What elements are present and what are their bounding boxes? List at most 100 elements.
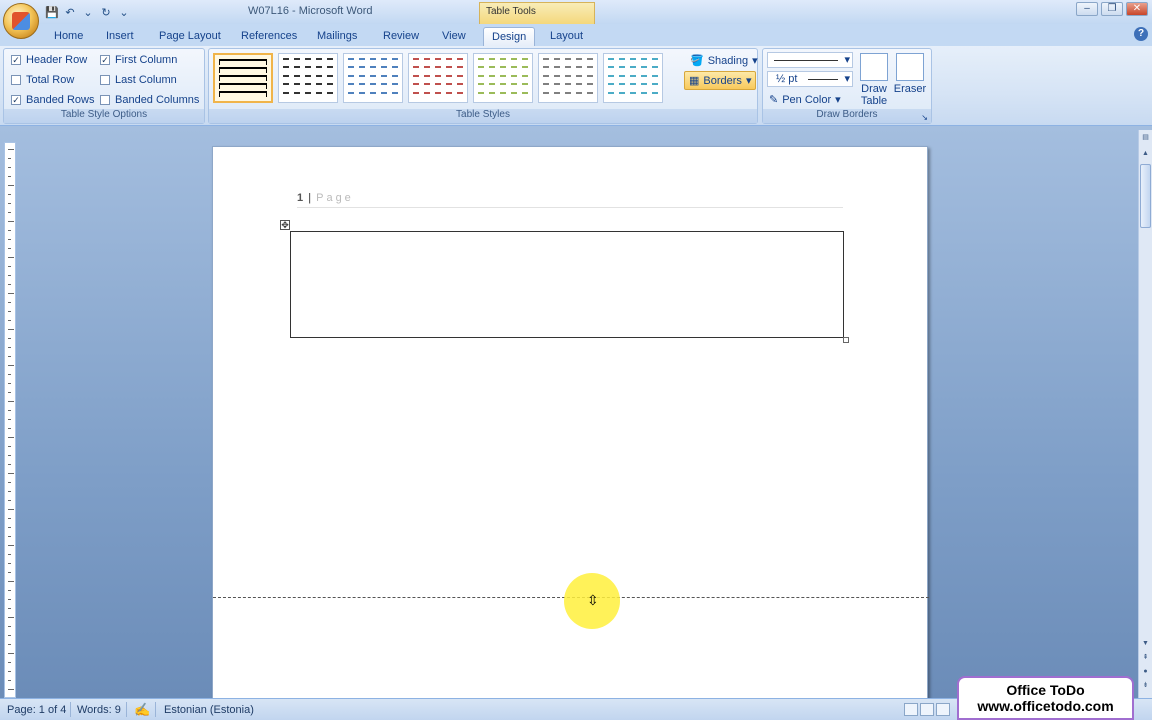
- status-words[interactable]: Words: 9: [77, 704, 121, 716]
- line-weight-value: ½ pt: [776, 73, 798, 85]
- view-buttons: [904, 703, 950, 716]
- dropdown-arrow-icon: ▾: [835, 94, 841, 106]
- thumb-line: [348, 66, 398, 72]
- save-icon[interactable]: 💾: [44, 4, 60, 20]
- ruler-tick: [8, 572, 11, 573]
- thumb-line: [543, 83, 593, 89]
- help-icon[interactable]: ?: [1134, 27, 1148, 41]
- eraser-button[interactable]: Eraser: [891, 53, 929, 107]
- dialog-launcher-icon[interactable]: ↘: [921, 113, 928, 122]
- thumb-line: [543, 58, 593, 64]
- document-page[interactable]: 1 | Page ✥ ⇳: [212, 146, 929, 698]
- next-page-icon[interactable]: ⇟: [1140, 680, 1151, 692]
- office-button[interactable]: [3, 3, 39, 39]
- tab-mailings[interactable]: Mailings: [309, 27, 365, 46]
- option-header-row[interactable]: ✓ Header Row: [11, 54, 87, 66]
- table-style-thumb[interactable]: [408, 53, 468, 103]
- ruler-tick: [8, 599, 11, 600]
- ruler-tick: [8, 347, 11, 348]
- line-weight-dropdown[interactable]: ½ pt ▾: [767, 71, 853, 87]
- previous-page-icon[interactable]: ⇞: [1140, 652, 1151, 664]
- table-style-thumb[interactable]: [473, 53, 533, 103]
- header-page-word: Page: [316, 192, 354, 204]
- document-table[interactable]: [290, 231, 844, 338]
- shading-button[interactable]: 🪣 Shading ▾: [686, 52, 762, 69]
- tab-review[interactable]: Review: [375, 27, 427, 46]
- table-style-thumb[interactable]: [538, 53, 598, 103]
- option-banded-rows[interactable]: ✓ Banded Rows: [11, 94, 95, 106]
- pen-color-button[interactable]: ✎ Pen Color ▾: [765, 91, 845, 108]
- thumb-grid: [608, 58, 658, 98]
- vertical-scrollbar[interactable]: ▤ ▲ ▼ ⇞ ● ⇟: [1138, 130, 1152, 698]
- table-style-thumb[interactable]: [603, 53, 663, 103]
- thumb-line: [413, 58, 463, 64]
- status-language[interactable]: Estonian (Estonia): [164, 704, 254, 716]
- table-style-thumb[interactable]: [343, 53, 403, 103]
- ruler-tick: [8, 158, 11, 159]
- restore-button[interactable]: ❐: [1101, 2, 1123, 16]
- tab-page-layout[interactable]: Page Layout: [151, 27, 229, 46]
- tab-view[interactable]: View: [434, 27, 474, 46]
- table-style-thumb[interactable]: [278, 53, 338, 103]
- tab-insert[interactable]: Insert: [98, 27, 142, 46]
- undo-dropdown-icon[interactable]: ⌄: [80, 4, 96, 20]
- checkbox-unchecked-icon[interactable]: [100, 95, 110, 105]
- checkbox-checked-icon[interactable]: ✓: [11, 55, 21, 65]
- proofing-check-icon[interactable]: ✍: [134, 702, 150, 718]
- ruler-tick: [8, 176, 11, 177]
- thumb-line: [219, 75, 267, 81]
- close-button[interactable]: ✕: [1126, 2, 1148, 16]
- option-last-column[interactable]: Last Column: [100, 74, 177, 86]
- tab-design[interactable]: Design: [483, 27, 536, 46]
- redo-icon[interactable]: ↻: [98, 4, 114, 20]
- borders-button[interactable]: ▦ Borders ▾: [684, 71, 757, 90]
- ruler-tick: [8, 266, 11, 267]
- ruler-tick: [8, 653, 14, 654]
- page-header[interactable]: 1 | Page: [297, 192, 354, 204]
- table-resize-handle[interactable]: [843, 337, 849, 343]
- ruler-tick: [8, 311, 11, 312]
- full-screen-view-icon[interactable]: [920, 703, 934, 716]
- checkbox-unchecked-icon[interactable]: [100, 75, 110, 85]
- ruler-tick: [8, 338, 11, 339]
- pen-color-label: Pen Color: [782, 93, 832, 106]
- tab-home[interactable]: Home: [46, 27, 91, 46]
- minimize-button[interactable]: –: [1076, 2, 1098, 16]
- line-style-dropdown[interactable]: ▾: [767, 52, 853, 68]
- ruler-toggle-icon[interactable]: ▤: [1140, 132, 1151, 144]
- scroll-thumb[interactable]: [1140, 164, 1151, 228]
- web-layout-view-icon[interactable]: [936, 703, 950, 716]
- draw-table-button[interactable]: Draw Table: [855, 53, 893, 107]
- checkbox-checked-icon[interactable]: ✓: [11, 95, 21, 105]
- tab-layout[interactable]: Layout: [542, 27, 591, 46]
- print-layout-view-icon[interactable]: [904, 703, 918, 716]
- option-banded-columns[interactable]: Banded Columns: [100, 94, 199, 106]
- document-workspace: 1 | Page ✥ ⇳ ▤ ▲ ▼ ⇞ ● ⇟: [0, 126, 1152, 698]
- ruler-tick: [8, 455, 11, 456]
- ruler-tick: [8, 680, 11, 681]
- option-total-row[interactable]: Total Row: [11, 74, 74, 86]
- customize-qat-icon[interactable]: ⌄: [116, 4, 132, 20]
- tab-references[interactable]: References: [233, 27, 305, 46]
- thumb-grid: [543, 58, 593, 98]
- ruler-tick: [8, 239, 11, 240]
- dropdown-arrow-icon: ▾: [844, 73, 850, 85]
- undo-icon[interactable]: ↶: [62, 4, 78, 20]
- checkbox-unchecked-icon[interactable]: [11, 75, 21, 85]
- window-controls: – ❐ ✕: [1076, 2, 1148, 16]
- checkbox-checked-icon[interactable]: ✓: [100, 55, 110, 65]
- status-page[interactable]: Page: 1 of 4: [7, 704, 66, 716]
- ribbon-tabs: Home Insert Page Layout References Maili…: [0, 24, 1152, 46]
- option-first-column[interactable]: ✓ First Column: [100, 54, 177, 66]
- table-style-thumb[interactable]: [213, 53, 273, 103]
- scroll-up-icon[interactable]: ▲: [1140, 148, 1151, 160]
- select-browse-object-icon[interactable]: ●: [1140, 666, 1151, 678]
- ruler-tick: [8, 590, 11, 591]
- scroll-down-icon[interactable]: ▼: [1140, 638, 1151, 650]
- thumb-line: [283, 58, 333, 64]
- thumb-line: [608, 74, 658, 81]
- ruler-tick: [8, 671, 11, 672]
- quick-access-toolbar: 💾 ↶ ⌄ ↻ ⌄: [44, 3, 132, 21]
- thumb-line: [608, 83, 658, 89]
- table-move-handle-icon[interactable]: ✥: [280, 220, 290, 230]
